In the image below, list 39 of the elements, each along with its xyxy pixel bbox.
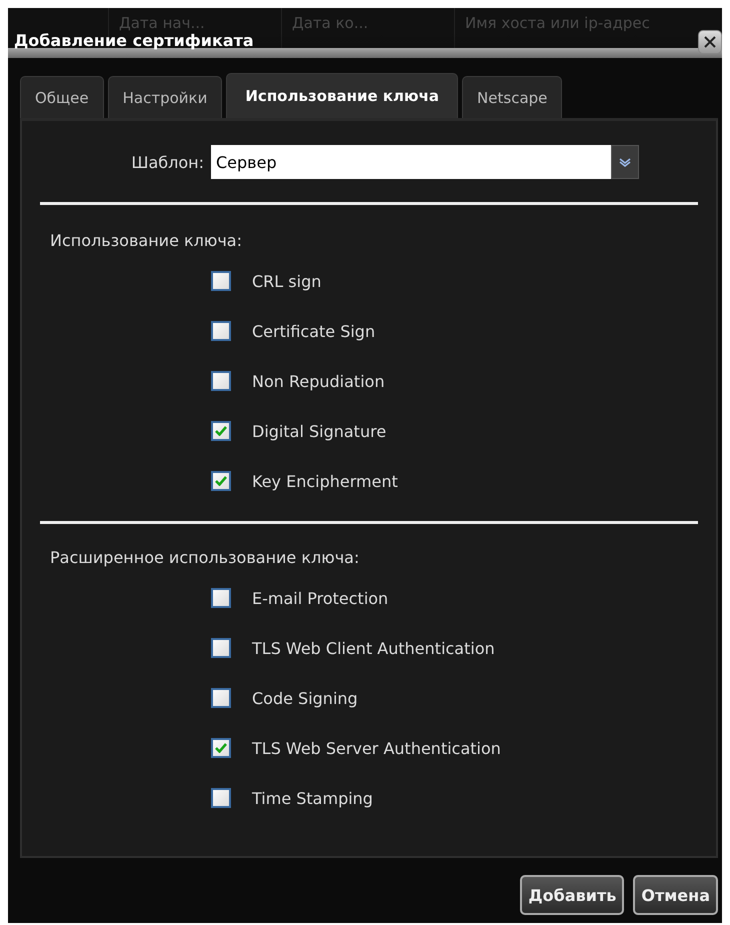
checkbox[interactable] <box>211 638 231 658</box>
checkbox-label: Code Signing <box>252 688 358 708</box>
checkbox-label: E-mail Protection <box>252 588 388 608</box>
checkbox-label: Certificate Sign <box>252 322 376 340</box>
chevron-down-icon <box>618 157 632 167</box>
checkbox[interactable] <box>211 421 231 441</box>
checkbox[interactable] <box>211 788 231 808</box>
checkbox[interactable] <box>211 321 231 341</box>
checkbox-label: TLS Web Client Authentication <box>252 638 495 658</box>
checkbox-label: Non Repudiation <box>252 372 385 390</box>
tab[interactable]: Использование ключа <box>226 73 458 118</box>
section-title: Расширенное использование ключа: <box>49 548 360 567</box>
checkmark-icon <box>215 426 227 436</box>
checkbox[interactable] <box>211 588 231 608</box>
column-header: Дата ко... <box>281 8 454 48</box>
checkbox-label: TLS Web Server Authentication <box>252 738 501 758</box>
checkmark-icon <box>215 476 227 486</box>
tab[interactable]: Общее <box>20 76 104 118</box>
checkbox[interactable] <box>211 688 231 708</box>
add-button[interactable]: Добавить <box>520 875 624 915</box>
checkbox-label: CRL sign <box>252 272 322 290</box>
close-icon <box>703 35 717 49</box>
checkbox[interactable] <box>211 471 231 491</box>
section-title: Использование ключа: <box>49 231 243 250</box>
dropdown-button[interactable] <box>611 145 639 179</box>
template-label: Шаблон: <box>130 152 205 172</box>
checkbox[interactable] <box>211 271 231 291</box>
checkbox[interactable] <box>211 738 231 758</box>
cancel-button[interactable]: Отмена <box>633 875 718 915</box>
checkbox[interactable] <box>211 371 231 391</box>
tab[interactable]: Настройки <box>108 76 222 118</box>
checkbox-label: Time Stamping <box>252 788 373 808</box>
window-title: Добавление сертификата <box>14 31 254 52</box>
checkmark-icon <box>215 743 227 753</box>
checkbox-label: Digital Signature <box>252 422 386 440</box>
template-select[interactable]: Сервер <box>211 145 639 179</box>
tab[interactable]: Netscape <box>462 76 562 118</box>
checkbox-label: Key Encipherment <box>252 472 398 490</box>
close-button[interactable] <box>698 30 722 54</box>
